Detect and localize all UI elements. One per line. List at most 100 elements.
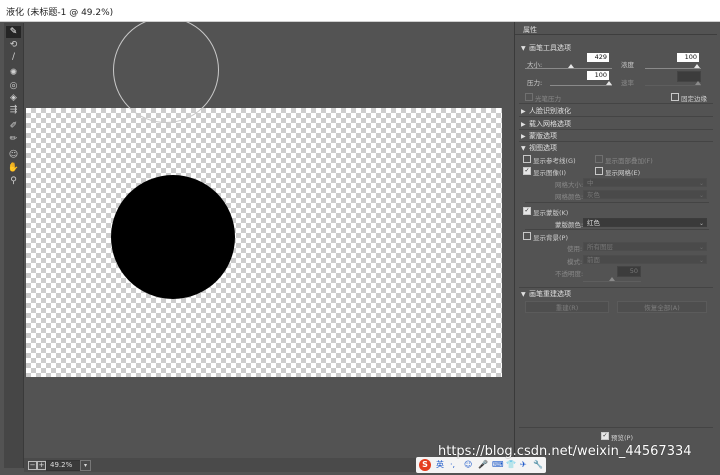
bloat-icon[interactable]: ◈ <box>6 92 21 104</box>
size-slider-thumb[interactable] <box>568 64 574 68</box>
title-bar: 液化 (未标题-1 @ 49.2%) <box>0 0 720 22</box>
restore-all-button[interactable]: 恢复全部(A) <box>617 301 707 313</box>
section-mask-options[interactable]: ▶ 蒙版选项 <box>521 131 557 141</box>
properties-panel: 属性 ▼ 画笔工具选项 大小: 429 浓度 100 压力: 100 速率 光笔压… <box>514 22 717 472</box>
pressure-slider-thumb[interactable] <box>606 81 612 85</box>
face-tool-icon[interactable]: ☺ <box>6 149 21 161</box>
mask-color-select[interactable]: 红色 ⌄ <box>583 218 707 227</box>
section-brush-reconstruct[interactable]: ▼ 画笔重建选项 <box>521 289 571 299</box>
freeze-mask-icon[interactable]: ✐ <box>6 120 21 132</box>
show-mask-label: 显示蒙版(K) <box>533 209 569 217</box>
chevron-right-icon: ▶ <box>521 121 526 128</box>
divider <box>519 427 713 428</box>
rate-slider-thumb[interactable] <box>695 81 701 85</box>
show-face-overlay-checkbox[interactable] <box>595 155 603 163</box>
show-mask-checkbox[interactable]: ✓ <box>523 207 531 215</box>
reconstruct-button[interactable]: 重建(R) <box>525 301 609 313</box>
pressure-slider[interactable] <box>550 81 612 86</box>
section-load-mesh[interactable]: ▶ 载入网格选项 <box>521 119 571 129</box>
use-label: 使用: <box>567 245 583 253</box>
show-backdrop-checkbox[interactable] <box>523 232 531 240</box>
chevron-right-icon: ▶ <box>521 108 526 115</box>
stylus-pressure-checkbox[interactable] <box>525 93 533 101</box>
section-view-options[interactable]: ▼ 视图选项 <box>521 143 557 153</box>
ime-toolbar: S 英 ·, ☺ 🎤 ⌨ 👕 ✈ 🔧 <box>416 457 546 473</box>
mask-color-label: 蒙版颜色: <box>555 221 584 229</box>
stylus-pressure-label: 光笔压力 <box>535 95 561 103</box>
emoji-icon[interactable]: ☺ <box>464 459 472 471</box>
reconstruct-icon[interactable]: ⟲ <box>6 39 21 51</box>
window-title: 液化 (未标题-1 @ 49.2%) <box>6 8 114 18</box>
density-slider[interactable] <box>645 64 701 69</box>
mesh-color-label: 网格颜色: <box>555 193 584 201</box>
preview-checkbox[interactable]: ✓ <box>601 432 609 440</box>
size-slider[interactable] <box>525 64 612 69</box>
microphone-icon[interactable]: 🎤 <box>478 459 488 471</box>
watermark: https://blog.csdn.net/weixin_44567334 <box>438 444 692 459</box>
language-toggle[interactable]: 英 <box>436 459 444 471</box>
settings-icon[interactable]: 🔧 <box>533 459 543 471</box>
zoom-out-button[interactable]: − <box>28 461 37 470</box>
panel-divider <box>515 34 717 35</box>
black-circle-shape <box>111 175 235 299</box>
preview-label: 预览(P) <box>611 434 633 442</box>
chevron-down-icon: ⌄ <box>698 257 704 264</box>
chevron-down-icon: ⌄ <box>698 192 704 199</box>
opacity-slider-thumb[interactable] <box>609 277 615 281</box>
pin-edges-label: 固定边缘 <box>681 95 707 103</box>
canvas-area[interactable] <box>24 22 512 458</box>
opacity-slider[interactable] <box>583 277 641 282</box>
thaw-mask-icon[interactable]: ✏ <box>6 133 21 145</box>
show-face-overlay-label: 显示面部叠加(F) <box>605 157 653 165</box>
section-brush-tool-options[interactable]: ▼ 画笔工具选项 <box>521 43 571 53</box>
size-input[interactable]: 429 <box>587 53 609 62</box>
density-input[interactable]: 100 <box>677 53 699 62</box>
forward-warp-icon[interactable]: ✎ <box>6 26 21 38</box>
tool-palette: ✎ ⟲ ∕ ✺ ◎ ◈ ⇶ ✐ ✏ ☺ ✋ ⚲ <box>4 23 24 468</box>
opacity-label: 不透明度: <box>555 270 584 278</box>
use-select[interactable]: 所有图层 ⌄ <box>583 242 707 251</box>
show-mesh-checkbox[interactable] <box>595 167 603 175</box>
zoom-icon[interactable]: ⚲ <box>6 175 21 187</box>
show-backdrop-label: 显示背景(P) <box>533 234 568 242</box>
chevron-right-icon: ▶ <box>521 133 526 140</box>
zoom-field[interactable]: 49.2% <box>46 460 81 471</box>
show-mesh-label: 显示网格(E) <box>605 169 641 177</box>
rate-slider[interactable] <box>645 81 701 86</box>
chevron-down-icon: ▼ <box>521 291 526 298</box>
chevron-down-icon: ▼ <box>521 145 526 152</box>
chevron-down-icon: ⌄ <box>698 220 704 227</box>
skin-icon[interactable]: 👕 <box>506 459 516 471</box>
mode-select[interactable]: 前面 ⌄ <box>583 255 707 264</box>
brush-cursor <box>113 22 219 123</box>
hand-icon[interactable]: ✋ <box>6 162 21 174</box>
pucker-icon[interactable]: ◎ <box>6 80 21 92</box>
chevron-down-icon: ⌄ <box>698 180 704 187</box>
zoom-in-button[interactable]: + <box>37 461 46 470</box>
toolbox-icon[interactable]: ✈ <box>520 459 527 471</box>
twirl-icon[interactable]: ✺ <box>6 67 21 79</box>
mesh-size-select[interactable]: 中 ⌄ <box>583 178 707 187</box>
section-face-aware-liquify[interactable]: ▶ 人脸识别液化 <box>521 106 571 116</box>
density-label: 浓度 <box>621 61 634 69</box>
show-image-checkbox[interactable]: ✓ <box>523 167 531 175</box>
show-guides-checkbox[interactable] <box>523 155 531 163</box>
keyboard-icon[interactable]: ⌨ <box>492 459 504 471</box>
pin-edges-checkbox[interactable] <box>671 93 679 101</box>
divider <box>519 287 713 288</box>
push-left-icon[interactable]: ⇶ <box>6 104 21 116</box>
mesh-size-label: 网格大小: <box>555 181 584 189</box>
zoom-dropdown-icon[interactable]: ▾ <box>80 460 91 471</box>
sogou-logo-icon[interactable]: S <box>419 459 431 471</box>
pressure-label: 压力: <box>527 79 543 87</box>
punctuation-icon[interactable]: ·, <box>450 459 455 471</box>
pressure-input[interactable]: 100 <box>587 71 609 80</box>
document-canvas[interactable] <box>26 108 502 377</box>
divider <box>519 129 713 130</box>
smooth-icon[interactable]: ∕ <box>6 51 21 63</box>
chevron-down-icon: ▼ <box>521 45 526 52</box>
density-slider-thumb[interactable] <box>694 64 700 68</box>
mesh-color-select[interactable]: 灰色 ⌄ <box>583 190 707 199</box>
divider <box>525 229 709 230</box>
opacity-input[interactable]: 50 <box>617 266 641 277</box>
